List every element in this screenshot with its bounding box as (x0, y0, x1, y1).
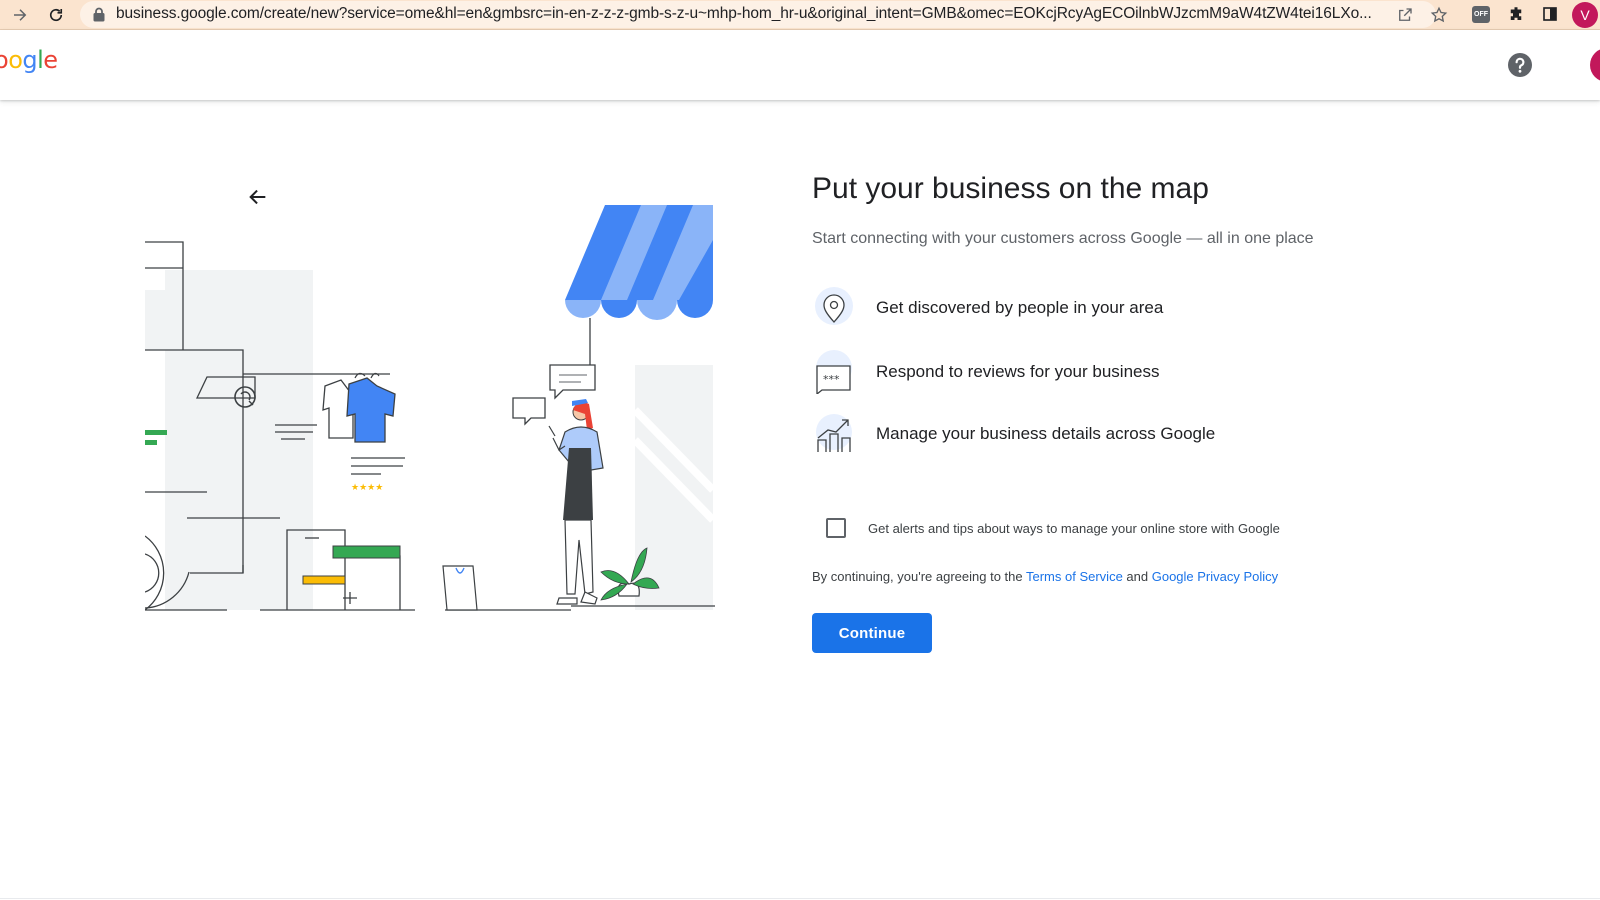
chart-growth-icon (816, 414, 852, 452)
terms-of-service-link[interactable]: Terms of Service (1026, 569, 1123, 584)
person-shoes (556, 591, 598, 605)
page-title: Put your business on the map (812, 172, 1209, 205)
bg-panel-right (635, 365, 713, 610)
storefront-illustration: ★★★★ (145, 205, 715, 611)
bg-panel-small (145, 290, 165, 350)
star-icon[interactable] (1428, 4, 1450, 26)
feature-manage: Manage your business details across Goog… (812, 412, 1412, 456)
help-icon[interactable] (1507, 52, 1533, 78)
feature-text: Get discovered by people in your area (876, 298, 1164, 317)
shirt-blue (346, 377, 396, 443)
feature-text: Respond to reviews for your business (876, 362, 1160, 381)
reload-icon[interactable] (42, 1, 70, 29)
account-avatar[interactable] (1590, 48, 1600, 82)
app-header: oogle (0, 30, 1600, 100)
address-bar[interactable]: business.google.com/create/new?service=o… (80, 1, 1448, 28)
location-pin-icon (815, 287, 853, 325)
speech-bubble-2 (512, 397, 546, 426)
accent-green-1 (145, 430, 167, 435)
logo-letter-o1: o (0, 46, 9, 74)
url-text[interactable]: business.google.com/create/new?service=o… (116, 5, 1391, 23)
awning-scallop-4 (677, 300, 713, 318)
browser-toolbar: business.google.com/create/new?service=o… (0, 0, 1600, 30)
browser-profile-avatar[interactable]: V (1572, 2, 1598, 28)
rating-stars: ★★★★ (351, 483, 383, 493)
alerts-checkbox[interactable] (826, 518, 846, 538)
extensions-icon[interactable] (1504, 2, 1528, 26)
forward-icon[interactable] (6, 1, 34, 29)
accent-green-2 (145, 440, 157, 445)
lock-icon[interactable] (92, 7, 106, 22)
feature-text: Manage your business details across Goog… (876, 424, 1216, 443)
extension-off-badge[interactable]: OFF (1472, 6, 1490, 23)
alerts-checkbox-label[interactable]: Get alerts and tips about ways to manage… (868, 521, 1280, 536)
feature-discovered: Get discovered by people in your area (812, 286, 1412, 330)
legal-notice: By continuing, you're agreeing to the Te… (812, 569, 1278, 584)
person-legs (564, 519, 594, 595)
yellow-box (302, 575, 346, 585)
page-bottom-divider (0, 898, 1600, 899)
bg-panel-left (165, 270, 313, 610)
page-subtitle: Start connecting with your customers acr… (812, 230, 1314, 247)
logo-letter-o2: o (8, 46, 23, 74)
svg-text:***: *** (823, 373, 840, 386)
awning-scallop-1 (565, 300, 601, 318)
awning-scallop-2 (601, 300, 637, 318)
review-bubble-icon: *** (816, 350, 852, 394)
privacy-policy-link[interactable]: Google Privacy Policy (1152, 569, 1278, 584)
legal-prefix: By continuing, you're agreeing to the (812, 569, 1026, 584)
green-box (332, 545, 401, 559)
share-icon[interactable] (1394, 4, 1416, 26)
feature-reviews: *** Respond to reviews for your business (812, 350, 1412, 394)
logo-letter-e: e (43, 46, 58, 74)
awning-scallop-3 (637, 300, 677, 320)
side-panel-icon[interactable] (1538, 2, 1562, 26)
google-logo[interactable]: oogle (0, 46, 58, 74)
continue-button[interactable]: Continue (812, 613, 932, 653)
logo-letter-g: g (22, 46, 38, 74)
legal-conjunction: and (1122, 569, 1152, 584)
